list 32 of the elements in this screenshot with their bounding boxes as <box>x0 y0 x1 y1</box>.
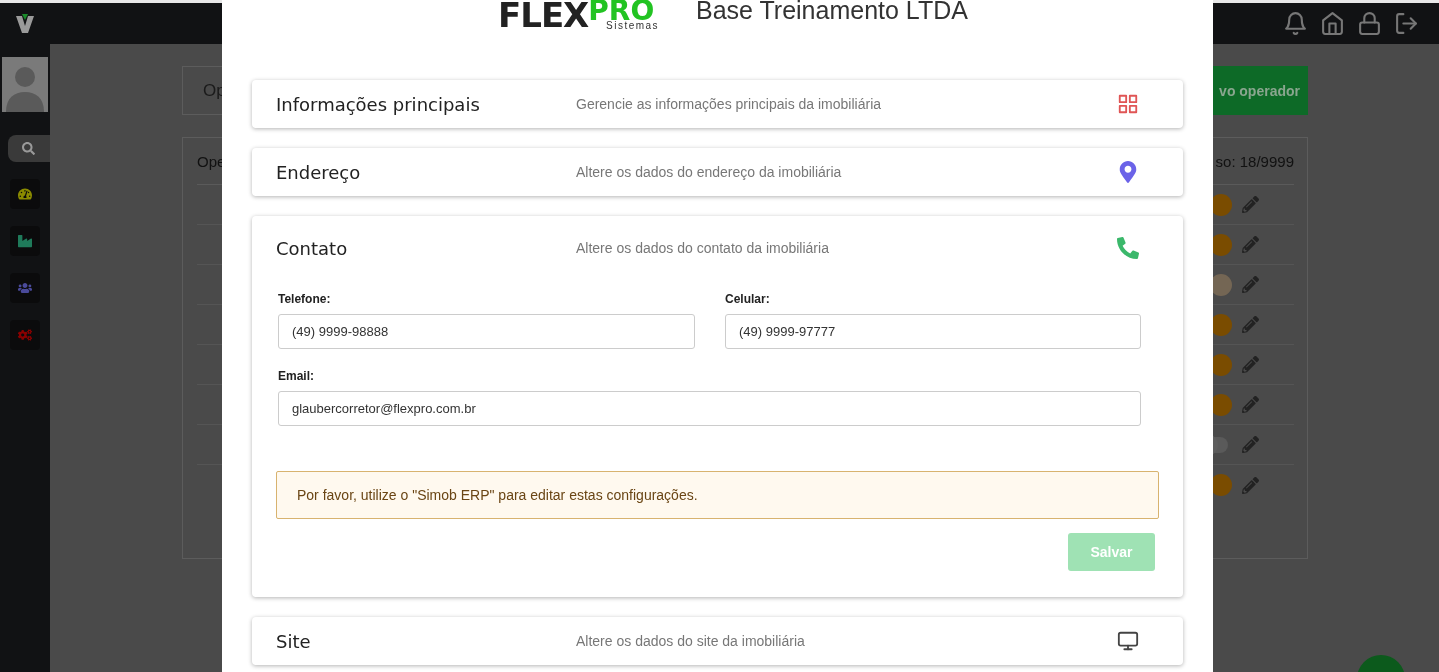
section-title[interactable]: Site <box>276 630 576 652</box>
map-pin-icon <box>1117 161 1139 183</box>
search-icon <box>22 142 35 155</box>
bell-icon[interactable] <box>1283 11 1308 36</box>
grid-icon <box>1117 93 1139 115</box>
section-description: Gerencie as informações principais da imobiliária <box>576 96 882 112</box>
laptop-icon <box>1117 630 1139 652</box>
field-label: Celular: <box>725 292 771 306</box>
field-label: Email: <box>278 369 315 383</box>
lock-icon[interactable] <box>1357 11 1382 36</box>
section-description: Altere os dados do site da imobiliária <box>576 633 805 649</box>
factory-icon[interactable] <box>10 226 40 256</box>
users-icon[interactable] <box>10 273 40 303</box>
phone-icon <box>1117 237 1139 259</box>
section-description: Altere os dados do contato da imobiliária <box>576 240 829 256</box>
section-title[interactable]: Informações principais <box>276 93 576 115</box>
avatar-icon <box>2 57 48 112</box>
input-field[interactable]: (49) 9999-97777 <box>725 314 1141 349</box>
warning-alert: Por favor, utilize o "Simob ERP" para editar estas configurações. <box>276 471 1159 519</box>
input-field[interactable]: (49) 9999-98888 <box>278 314 695 349</box>
company-name: Base Treinamento LTDA <box>696 0 968 24</box>
section-title[interactable]: Endereço <box>276 161 576 183</box>
section-description: Altere os dados do endereço da imobiliária <box>576 164 842 180</box>
gauge-icon[interactable] <box>10 179 40 209</box>
operator-counter: so: 18/9999 <box>1215 152 1294 170</box>
search-button[interactable] <box>8 135 50 162</box>
section-title[interactable]: Contato <box>276 237 576 259</box>
logo-icon <box>14 12 36 35</box>
input-field[interactable]: glaubercorretor@flexpro.com.br <box>278 391 1141 426</box>
home-icon[interactable] <box>1320 11 1345 36</box>
field-label: Telefone: <box>278 292 332 306</box>
logout-icon[interactable] <box>1394 11 1419 36</box>
